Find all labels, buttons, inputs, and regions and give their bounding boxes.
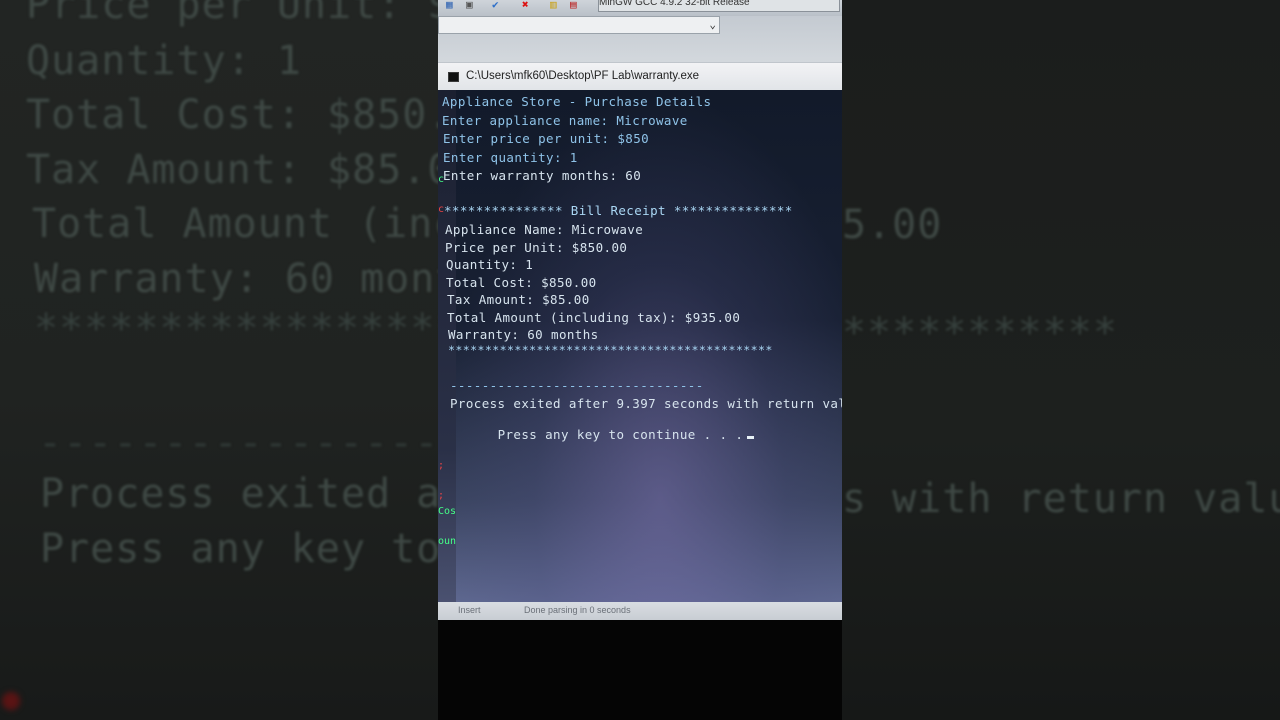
console-line-quantity-prompt: Enter quantity: 1: [443, 150, 578, 165]
function-dropdown[interactable]: ⌄: [438, 16, 720, 34]
bg-text-return-value: s with return valu: [842, 476, 1280, 522]
console-line-price: Price per Unit: $850.00: [445, 240, 628, 255]
gutter-mark: ;: [438, 460, 445, 471]
console-line-total-cost: Total Cost: $850.00: [446, 275, 597, 290]
console-line-header: Appliance Store - Purchase Details: [442, 94, 712, 109]
gutter-mark: ;: [438, 490, 445, 501]
bg-text-quantity: Quantity: 1: [26, 38, 302, 84]
background-left-blurred-screen: Price per Unit: $ Quantity: 1 Total Cost…: [0, 0, 438, 720]
console-line-price-prompt: Enter price per unit: $850: [443, 131, 650, 146]
console-line-receipt-header: *************** Bill Receipt ***********…: [444, 203, 793, 218]
console-line-receipt-footer: ****************************************…: [448, 343, 773, 357]
console-line-total-amount: Total Amount (including tax): $935.00: [447, 310, 741, 325]
console-line-quantity: Quantity: 1: [446, 257, 534, 272]
chevron-down-icon[interactable]: ⌄: [709, 18, 716, 31]
bg-text-dashes: -----------------: [38, 420, 438, 466]
bg-text-warranty: Warranty: 60 mont: [34, 256, 438, 302]
status-mode: Insert: [458, 605, 481, 615]
bg-text-amount-tail: 5.00: [842, 202, 943, 248]
bg-text-stars-tail: ***********: [842, 310, 1118, 356]
text-cursor: [747, 436, 755, 439]
check-icon[interactable]: ✔: [492, 0, 506, 10]
stop-icon[interactable]: ▤: [570, 0, 584, 10]
console-line-press-key: Press any key to continue . . .: [450, 412, 755, 457]
bg-text-tax: Tax Amount: $85.0: [26, 147, 438, 193]
status-message: Done parsing in 0 seconds: [524, 605, 631, 615]
console-line-separator: --------------------------------: [450, 378, 704, 393]
bg-text-stars: *****************: [34, 306, 438, 352]
console-titlebar[interactable]: C:\Users\mfk60\Desktop\PF Lab\warranty.e…: [438, 62, 842, 91]
console-line-process-exit: Process exited after 9.397 seconds with …: [450, 396, 842, 411]
window-icon[interactable]: ▣: [466, 0, 480, 10]
console-line-name-prompt: Enter appliance name: Microwave: [442, 113, 688, 128]
chart-icon[interactable]: ▥: [550, 0, 564, 10]
ide-statusbar: Insert Done parsing in 0 seconds: [438, 602, 842, 620]
ide-secondary-toolbar: ⌄: [438, 16, 842, 62]
console-line-warranty: Warranty: 60 months: [448, 327, 599, 342]
gutter-mark: oun: [438, 536, 457, 547]
background-right-blurred-screen: 5.00 *********** s with return valu: [842, 0, 1280, 720]
ide-toolbar: ▦ ▣ ✔ ✖ ▥ ▤ MinGW GCC 4.9.2 32-bit Relea…: [438, 0, 842, 16]
console-line-appliance-name: Appliance Name: Microwave: [445, 222, 644, 237]
console-window-icon: [448, 72, 459, 82]
bg-red-marker: [2, 692, 20, 710]
compiler-selector[interactable]: MinGW GCC 4.9.2 32-bit Release: [598, 0, 840, 12]
gutter-mark: Cos: [438, 506, 457, 517]
new-file-icon[interactable]: ▦: [446, 0, 460, 10]
press-key-text: Press any key to continue . . .: [497, 427, 744, 442]
console-output[interactable]: c c ; ; Cos oun Appliance Store - Purcha…: [438, 90, 842, 602]
bg-text-total-amount: Total Amount (inc: [32, 201, 438, 247]
bg-text-process: Process exited af: [40, 471, 438, 517]
bg-text-total-cost: Total Cost: $850.: [26, 92, 438, 138]
monitor-photo: ▦ ▣ ✔ ✖ ▥ ▤ MinGW GCC 4.9.2 32-bit Relea…: [438, 0, 842, 720]
console-line-tax: Tax Amount: $85.00: [447, 292, 590, 307]
bg-text-price: Price per Unit: $: [26, 0, 438, 28]
bg-text-press-key: Press any key to: [40, 526, 438, 572]
delete-icon[interactable]: ✖: [522, 0, 536, 10]
console-line-warranty-prompt: Enter warranty months: 60: [443, 168, 642, 183]
console-title: C:\Users\mfk60\Desktop\PF Lab\warranty.e…: [466, 70, 700, 82]
